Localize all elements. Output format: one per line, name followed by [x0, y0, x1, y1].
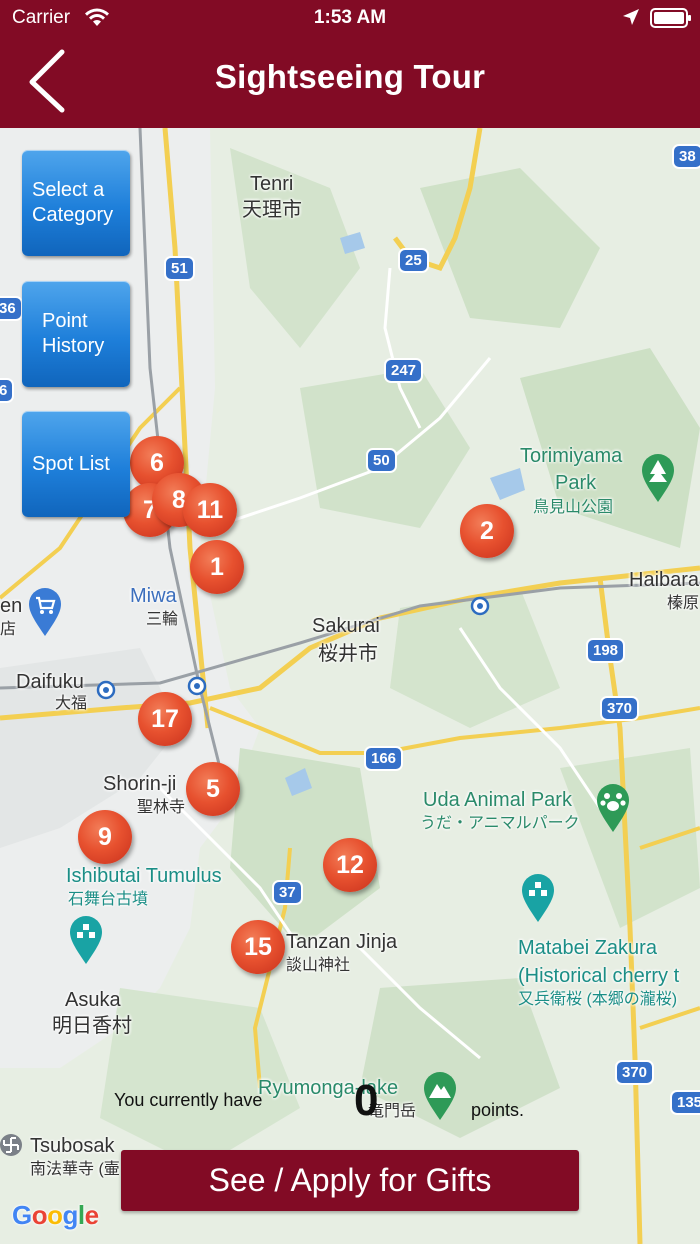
place-label: 店: [0, 621, 17, 638]
road-shield: 6: [0, 378, 15, 403]
point-history-button[interactable]: Point History: [22, 281, 130, 387]
sight-icon: [70, 916, 102, 964]
place-label: 榛原: [667, 595, 700, 612]
road-shield: 50: [366, 448, 397, 473]
spot-pin[interactable]: 9: [78, 810, 132, 864]
paw-icon: [597, 784, 629, 832]
select-category-label: Select a Category: [32, 179, 114, 226]
point-history-label: Point History: [42, 310, 105, 357]
place-label: Tenri: [250, 173, 294, 195]
place-label: Tanzan Jinja: [286, 931, 398, 953]
place-label: 天理市: [242, 199, 302, 221]
place-label: 桜井市: [318, 643, 378, 665]
map-view[interactable]: Tenri 天理市 Torimiyama Park 鳥見山公園 Haibara …: [0, 128, 700, 1244]
place-label: Ishibutai Tumulus: [66, 865, 222, 887]
station-icon: [187, 676, 207, 696]
place-label: うだ・アニマルパーク: [420, 815, 580, 832]
station-icon: [470, 596, 490, 616]
place-label: Uda Animal Park: [423, 789, 572, 811]
spot-pin[interactable]: 1: [190, 540, 244, 594]
place-label: Matabei Zakura: [518, 937, 657, 959]
spot-pin[interactable]: 2: [460, 504, 514, 558]
place-label: Haibara: [629, 569, 700, 591]
station-icon: [96, 680, 116, 700]
road-shield: 37: [272, 880, 303, 905]
place-label: Shorin-ji: [103, 773, 177, 795]
place-label: Tsubosak: [30, 1135, 115, 1157]
place-label: 南法華寺 (壷: [30, 1161, 120, 1178]
place-label: (Historical cherry t: [518, 965, 680, 987]
points-unit: points.: [471, 1100, 525, 1120]
place-label: 鳥見山公園: [533, 499, 614, 516]
place-label: Daifuku: [16, 671, 84, 693]
park-tree-icon: [642, 454, 674, 502]
road-shield: 198: [586, 638, 626, 663]
place-label: Miwa: [130, 585, 177, 607]
place-label: Asuka: [65, 989, 121, 1011]
navigation-header: Carrier 1:53 AM Sightseeing Tour: [0, 0, 700, 128]
clock: 1:53 AM: [313, 7, 387, 28]
spot-pin[interactable]: 5: [186, 762, 240, 816]
status-bar: Carrier 1:53 AM: [0, 0, 700, 36]
road-shield: 247: [384, 358, 424, 383]
shopping-cart-icon: [29, 588, 61, 636]
points-value: 0: [354, 1076, 379, 1125]
spot-list-button[interactable]: Spot List: [22, 411, 130, 517]
battery-icon: [650, 8, 691, 28]
spot-pin[interactable]: 17: [138, 692, 192, 746]
page-title: Sightseeing Tour: [214, 58, 486, 95]
road-shield: 38: [672, 144, 700, 169]
place-label: 又兵衛桜 (本郷の瀧桜): [518, 991, 678, 1008]
spot-pin[interactable]: 15: [231, 920, 285, 974]
road-shield: 370: [600, 696, 640, 721]
road-shield: 36: [0, 296, 23, 321]
road-shield: 25: [398, 248, 429, 273]
select-category-button[interactable]: Select a Category: [22, 150, 130, 256]
place-label: Sakurai: [312, 615, 380, 637]
place-label: 談山神社: [286, 957, 351, 974]
mountain-icon: [424, 1072, 456, 1120]
road-shield: 166: [364, 746, 404, 771]
location-arrow-icon: [623, 9, 639, 25]
place-label: Torimiyama: [520, 445, 623, 467]
place-label: en: [0, 595, 23, 617]
spot-pin[interactable]: 12: [323, 838, 377, 892]
google-logo: Google: [12, 1200, 99, 1230]
spot-pin[interactable]: 11: [183, 483, 237, 537]
place-label: 大福: [55, 695, 88, 712]
place-label: 石舞台古墳: [68, 891, 149, 908]
place-label: 三輪: [146, 611, 179, 628]
sight-icon: [522, 874, 554, 922]
place-label: 明日香村: [52, 1015, 132, 1037]
points-label: You currently have: [114, 1090, 263, 1110]
road-shield: 51: [164, 256, 195, 281]
temple-icon: [0, 1134, 22, 1156]
spot-list-label: Spot List: [32, 452, 110, 475]
road-shield: 135: [670, 1090, 700, 1115]
place-label: Park: [555, 472, 597, 494]
see-apply-gifts-button[interactable]: See / Apply for Gifts: [121, 1150, 579, 1211]
road-shield: 370: [615, 1060, 655, 1085]
place-label: 聖林寺: [137, 799, 186, 816]
